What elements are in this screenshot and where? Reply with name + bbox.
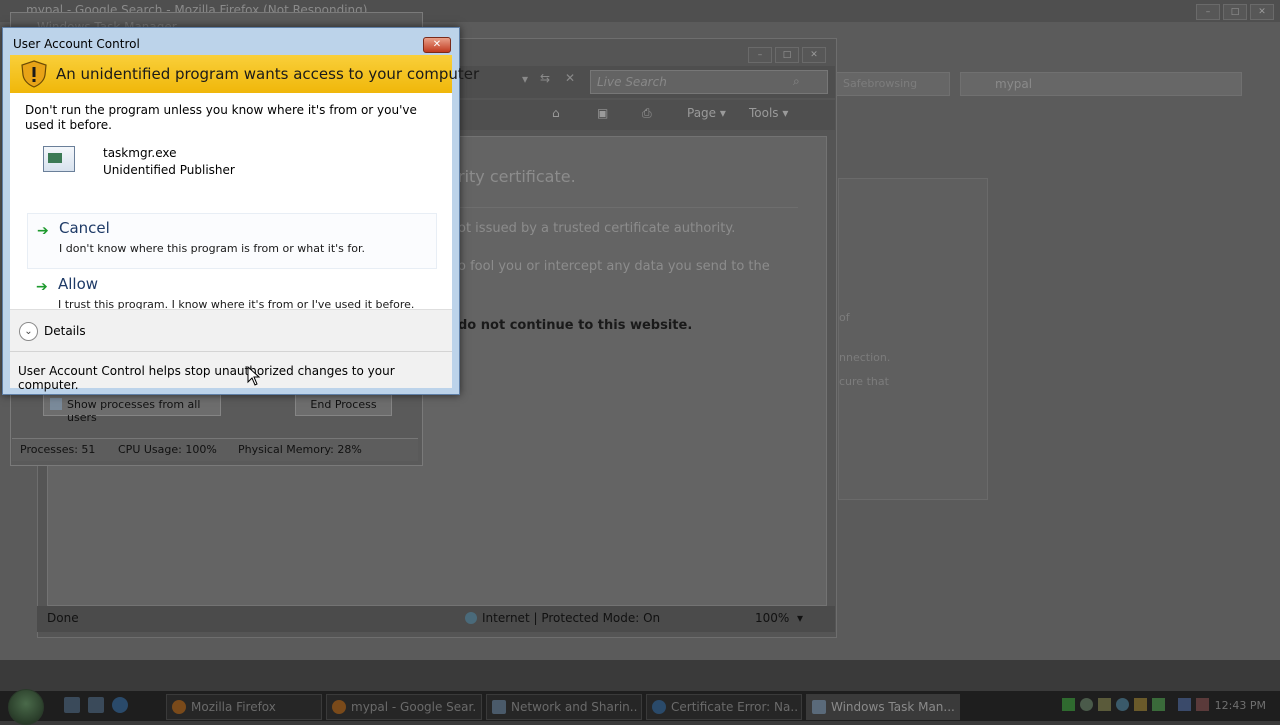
tray-app-icon[interactable] xyxy=(1098,698,1111,711)
close-button[interactable]: ✕ xyxy=(423,37,451,53)
tools-menu[interactable]: Tools ▾ xyxy=(749,106,788,120)
program-name: taskmgr.exe xyxy=(103,146,177,160)
taskbar-item-label: Network and Sharin... xyxy=(511,700,637,714)
tray-app-icon[interactable] xyxy=(1152,698,1165,711)
details-toggle[interactable]: ⌄ Details xyxy=(10,309,452,352)
status-text: Done xyxy=(47,611,79,625)
taskbar: Mozilla Firefox mypal - Google Sear... N… xyxy=(0,689,1280,725)
taskbar-clock[interactable]: 12:43 PM xyxy=(1215,699,1266,712)
cancel-option-label: Cancel xyxy=(59,219,110,237)
shield-warning-icon xyxy=(21,60,47,88)
taskmgr-statusbar: Processes: 51 CPU Usage: 100% Physical M… xyxy=(12,438,418,461)
mouse-cursor-icon xyxy=(247,366,261,386)
page-text: nnection. xyxy=(839,351,891,364)
physical-memory: Physical Memory: 28% xyxy=(238,443,362,456)
tray-app-icon[interactable] xyxy=(1062,698,1075,711)
dropdown-arrow-icon[interactable]: ▾ xyxy=(522,72,528,86)
taskbar-item[interactable]: Network and Sharin... xyxy=(486,694,642,720)
allow-option-label: Allow xyxy=(58,275,99,293)
page-text: cure that xyxy=(839,375,889,388)
close-icon[interactable]: ✕ xyxy=(802,47,826,63)
taskbar-item[interactable]: mypal - Google Sear... xyxy=(326,694,482,720)
show-desktop-icon[interactable] xyxy=(64,697,80,713)
cancel-option[interactable]: ➔ Cancel I don't know where this program… xyxy=(27,213,437,269)
stop-icon[interactable]: ✕ xyxy=(565,71,575,85)
search-icon[interactable]: ⌕ xyxy=(793,74,800,89)
uac-headline: An unidentified program wants access to … xyxy=(56,65,480,83)
network-status-icon[interactable] xyxy=(1178,698,1191,711)
tools-menu-label: Tools xyxy=(749,106,779,120)
feeds-icon[interactable]: ▣ xyxy=(597,106,608,120)
show-all-processes-button[interactable]: Show processes from all users xyxy=(43,394,221,424)
home-icon[interactable]: ⌂ xyxy=(552,106,560,120)
taskbar-item[interactable]: Mozilla Firefox xyxy=(166,694,322,720)
page-menu-label: Page xyxy=(687,106,717,120)
cancel-option-description: I don't know where this program is from … xyxy=(59,242,366,255)
page-text: o fool you or intercept any data you sen… xyxy=(458,259,770,274)
shield-icon xyxy=(50,398,62,410)
taskbar-item-label: Mozilla Firefox xyxy=(191,700,276,714)
page-heading: rity certificate. xyxy=(458,167,576,186)
page-text: ot issued by a trusted certificate autho… xyxy=(458,221,736,236)
globe-icon xyxy=(465,612,477,624)
process-count: Processes: 51 xyxy=(20,443,96,456)
zoom-level[interactable]: 100% xyxy=(755,611,789,625)
page-warning: do not continue to this website. xyxy=(458,318,693,333)
arrow-right-icon: ➔ xyxy=(36,279,48,295)
taskmgr-icon xyxy=(812,700,826,714)
page-text: of xyxy=(839,311,850,324)
taskbar-item-label: Certificate Error: Na... xyxy=(671,700,797,714)
maximize-icon[interactable]: □ xyxy=(775,47,799,63)
maximize-icon[interactable]: □ xyxy=(1223,4,1247,20)
volume-muted-icon[interactable] xyxy=(1196,698,1209,711)
uac-body: Don't run the program unless you know wh… xyxy=(10,93,452,311)
ie-search-input[interactable]: Live Search ⌕ xyxy=(590,70,828,94)
switch-windows-icon[interactable] xyxy=(88,697,104,713)
uac-warning-banner: An unidentified program wants access to … xyxy=(10,55,479,93)
network-icon xyxy=(492,700,506,714)
minimize-icon[interactable]: – xyxy=(1196,4,1220,20)
button-label: Show processes from all users xyxy=(67,398,201,424)
page-menu[interactable]: Page ▾ xyxy=(687,106,726,120)
tray-app-icon[interactable] xyxy=(1080,698,1093,711)
refresh-icon[interactable]: ⇆ xyxy=(540,71,550,85)
firefox-icon xyxy=(172,700,186,714)
firefox-content-panel: of nnection. cure that xyxy=(838,178,988,500)
end-process-button[interactable]: End Process xyxy=(295,394,392,416)
dialog-title: User Account Control xyxy=(13,37,140,51)
firefox-icon xyxy=(332,700,346,714)
cpu-usage: CPU Usage: 100% xyxy=(118,443,217,456)
firefox-search-input[interactable]: mypal xyxy=(960,72,1242,96)
ie-icon[interactable] xyxy=(112,697,128,713)
ie-window-buttons: – □ ✕ xyxy=(748,47,826,63)
uac-warning-text: Don't run the program unless you know wh… xyxy=(25,103,417,132)
tray-app-icon[interactable] xyxy=(1116,698,1129,711)
addressbar-text: Safebrowsing xyxy=(843,77,918,90)
close-icon[interactable]: ✕ xyxy=(1250,4,1274,20)
program-icon xyxy=(43,146,75,172)
taskbar-item[interactable]: Certificate Error: Na... xyxy=(646,694,802,720)
uac-dialog: User Account Control ✕ An unidentified p… xyxy=(2,27,479,395)
divider xyxy=(458,207,798,208)
uac-footer: User Account Control helps stop unauthor… xyxy=(10,351,452,392)
tray-app-icon[interactable] xyxy=(1134,698,1147,711)
details-label: Details xyxy=(44,324,86,338)
program-publisher: Unidentified Publisher xyxy=(103,163,235,177)
uac-footer-text: User Account Control helps stop unauthor… xyxy=(18,364,395,392)
search-placeholder: Live Search xyxy=(597,75,667,89)
firefox-window-buttons: – □ ✕ xyxy=(1196,4,1274,20)
ie-statusbar: Done Internet | Protected Mode: On 100% … xyxy=(37,606,835,632)
chevron-down-icon[interactable]: ▾ xyxy=(797,611,803,625)
arrow-right-icon: ➔ xyxy=(37,223,49,239)
security-zone[interactable]: Internet | Protected Mode: On xyxy=(482,611,660,625)
search-value: mypal xyxy=(995,77,1033,91)
taskbar-item-active[interactable]: Windows Task Man... xyxy=(806,694,960,720)
minimize-icon[interactable]: – xyxy=(748,47,772,63)
firefox-addressbar-fragment[interactable]: Safebrowsing xyxy=(836,72,950,96)
ie-icon xyxy=(652,700,666,714)
print-icon[interactable]: ⎙ xyxy=(642,106,652,121)
taskbar-item-label: Windows Task Man... xyxy=(831,700,955,714)
taskbar-item-label: mypal - Google Sear... xyxy=(351,700,477,714)
chevron-down-icon[interactable]: ⌄ xyxy=(19,322,38,341)
